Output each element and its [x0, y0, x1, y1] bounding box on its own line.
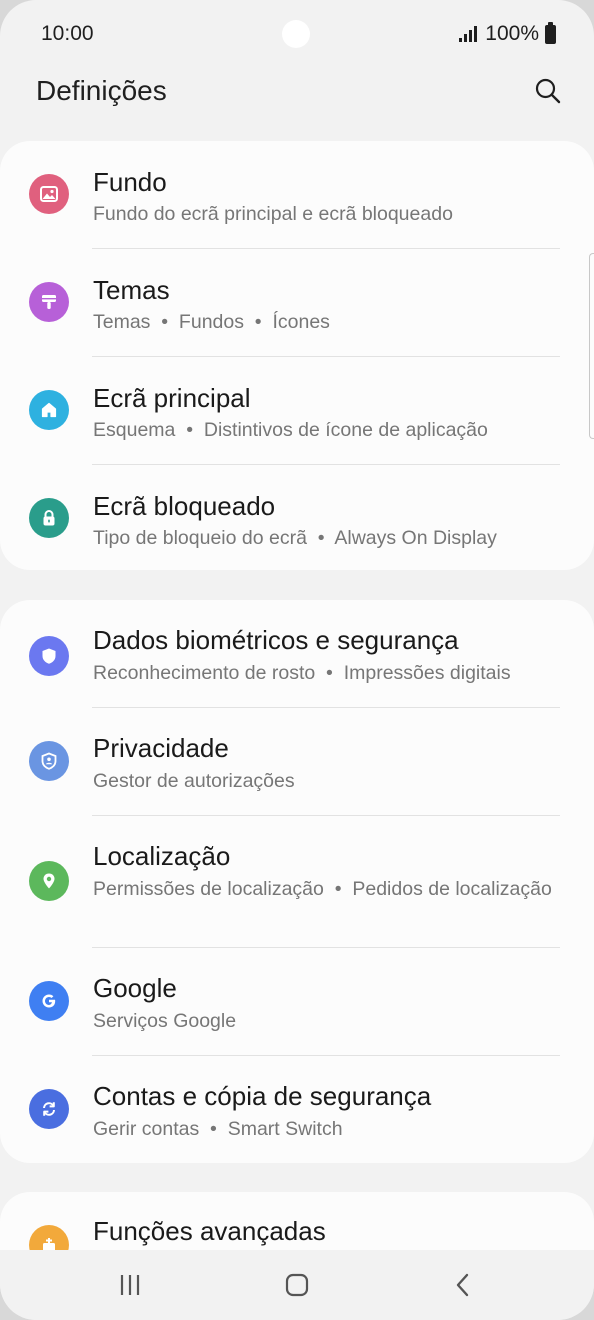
- privacy-icon: [29, 741, 69, 781]
- settings-item-wallpaper[interactable]: Fundo Fundo do ecrã principal e ecrã blo…: [0, 141, 594, 249]
- settings-item-google[interactable]: Google Serviços Google: [0, 948, 594, 1056]
- recents-button[interactable]: [90, 1250, 170, 1320]
- page-title: Definições: [36, 75, 167, 106]
- settings-item-home-screen[interactable]: Ecrã principal Esquema • Distintivos de …: [0, 357, 594, 465]
- settings-item-privacy[interactable]: Privacidade Gestor de autorizações: [0, 708, 594, 816]
- settings-item-biometrics[interactable]: Dados biométricos e segurança Reconhecim…: [0, 600, 594, 708]
- item-title: Funções avançadas: [93, 1216, 326, 1246]
- phone-screen: 10:00 100% Definições Fundo Fundo do ecr…: [0, 0, 594, 1320]
- settings-item-themes[interactable]: Temas Temas • Fundos • Ícones: [0, 249, 594, 357]
- settings-group-security: Dados biométricos e segurança Reconhecim…: [0, 600, 594, 1163]
- settings-item-location[interactable]: Localização Permissões de localização • …: [0, 816, 594, 948]
- item-title: Ecrã bloqueado: [93, 491, 276, 521]
- item-title: Fundo: [93, 167, 167, 197]
- search-button[interactable]: [528, 71, 568, 111]
- item-subtitle: Reconhecimento de rosto • Impressões dig…: [93, 662, 511, 684]
- item-subtitle: Tipo de bloqueio do ecrã • Always On Dis…: [93, 527, 497, 549]
- item-subtitle: Fundo do ecrã principal e ecrã bloqueado: [93, 203, 453, 225]
- home-icon: [29, 390, 69, 430]
- search-icon: [535, 78, 561, 104]
- item-title: Contas e cópia de segurança: [93, 1081, 432, 1111]
- battery-percent: 100%: [485, 22, 539, 45]
- status-bar: 10:00 100%: [0, 0, 594, 68]
- item-subtitle: Permissões de localização • Pedidos de l…: [93, 878, 552, 900]
- item-title: Localização: [93, 841, 231, 871]
- back-icon: [456, 1273, 469, 1297]
- sync-icon: [29, 1089, 69, 1129]
- battery-icon: [545, 21, 556, 44]
- settings-item-lock-screen[interactable]: Ecrã bloqueado Tipo de bloqueio do ecrã …: [0, 465, 594, 570]
- location-icon: [29, 861, 69, 901]
- home-button-icon: [285, 1273, 309, 1297]
- item-title: Ecrã principal: [93, 383, 251, 413]
- item-title: Google: [93, 973, 177, 1003]
- item-title: Temas: [93, 275, 170, 305]
- back-button[interactable]: [423, 1250, 503, 1320]
- recents-icon: [120, 1275, 140, 1295]
- settings-group-display: Fundo Fundo do ecrã principal e ecrã blo…: [0, 141, 594, 570]
- google-icon: [29, 981, 69, 1021]
- navigation-bar: [0, 1250, 594, 1320]
- status-indicators: 100%: [459, 21, 556, 46]
- item-subtitle: Gestor de autorizações: [93, 770, 295, 792]
- settings-item-accounts-backup[interactable]: Contas e cópia de segurança Gerir contas…: [0, 1056, 594, 1163]
- item-subtitle: Esquema • Distintivos de ícone de aplica…: [93, 419, 488, 441]
- scroll-handle[interactable]: [589, 253, 594, 439]
- item-subtitle: Temas • Fundos • Ícones: [93, 311, 330, 333]
- item-subtitle: Serviços Google: [93, 1010, 237, 1032]
- home-button[interactable]: [257, 1250, 337, 1320]
- item-title: Privacidade: [93, 733, 229, 763]
- item-title: Dados biométricos e segurança: [93, 625, 459, 655]
- wallpaper-icon: [29, 174, 69, 214]
- lock-icon: [29, 498, 69, 538]
- front-camera: [282, 20, 310, 48]
- signal-icon: [459, 26, 478, 42]
- shield-icon: [29, 636, 69, 676]
- header: Definições: [0, 68, 594, 138]
- themes-icon: [29, 282, 69, 322]
- status-time: 10:00: [41, 22, 94, 45]
- item-subtitle: Gerir contas • Smart Switch: [93, 1118, 343, 1140]
